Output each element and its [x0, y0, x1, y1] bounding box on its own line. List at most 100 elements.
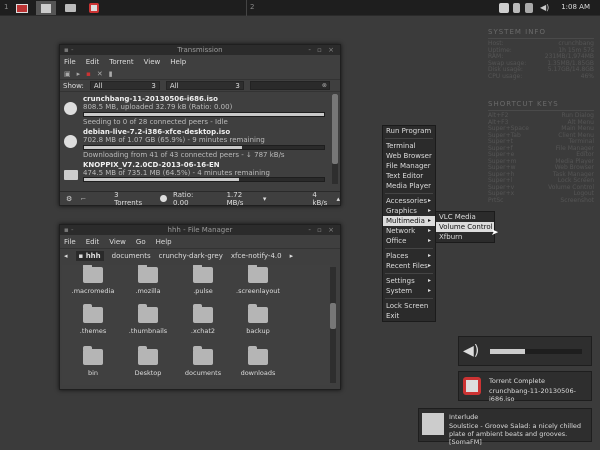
menu-item-file-manager[interactable]: File Manager	[383, 161, 435, 171]
folder-item[interactable]: backup	[233, 304, 283, 335]
folder-item[interactable]: .pulse	[178, 265, 228, 295]
shortcut-key: PrtSc	[488, 196, 504, 204]
menu-item-office[interactable]: Office ▸	[383, 236, 435, 246]
menu-item-multimedia[interactable]: Multimedia ▸	[383, 216, 435, 226]
filter-activity-select[interactable]: All 3	[89, 81, 160, 90]
menu-help[interactable]: Help	[170, 58, 186, 66]
folder-item[interactable]: .mozilla	[123, 265, 173, 295]
menu-item-accessories[interactable]: Accessories ▸	[383, 196, 435, 206]
folder-item[interactable]: bin	[68, 346, 118, 377]
path-button-xfce-notify[interactable]: xfce-notify-4.0	[231, 252, 282, 260]
turtle-icon[interactable]: ⌐	[80, 195, 86, 203]
torrent-list-scrollbar[interactable]	[332, 94, 338, 184]
properties-icon[interactable]: ▮	[109, 70, 113, 78]
torrent-row-1[interactable]: crunchbang-11-20130506-i686.iso 808.5 MB…	[62, 94, 330, 126]
search-input[interactable]: ⊗	[249, 81, 330, 90]
menu-torrent[interactable]: Torrent	[109, 58, 133, 66]
menu-item-graphics[interactable]: Graphics ▸	[383, 206, 435, 216]
menu-view[interactable]: View	[109, 238, 126, 246]
music-notification[interactable]: Interlude Soulstice - Groove Salad: a ni…	[418, 408, 592, 446]
transmission-icon	[89, 3, 99, 13]
torrent-complete-notification[interactable]: Torrent Complete crunchbang-11-20130506-…	[458, 371, 592, 403]
folder-icon	[248, 265, 268, 283]
ratio-icon[interactable]	[160, 195, 167, 202]
path-button-home[interactable]: ▪ hhh	[75, 250, 104, 261]
menu-item-exit[interactable]: Exit	[383, 311, 435, 321]
folder-item[interactable]: Desktop	[123, 346, 173, 377]
menu-item-network[interactable]: Network ▸	[383, 226, 435, 236]
menu-item-terminal[interactable]: Terminal	[383, 141, 435, 151]
open-icon[interactable]: ▣	[64, 70, 71, 78]
folder-item[interactable]: .xchat2	[178, 304, 228, 335]
folder-item[interactable]: .macromedia	[68, 265, 118, 295]
volume-tray-icon[interactable]: ◀)	[540, 3, 549, 12]
menu-edit[interactable]: Edit	[86, 58, 100, 66]
clipboard-tray-icon[interactable]	[513, 3, 520, 13]
folder-item[interactable]: documents	[178, 346, 228, 377]
forward-arrow-icon[interactable]: ▸	[290, 252, 294, 260]
taskbar-transmission-button[interactable]	[84, 1, 104, 15]
submenu-arrow-icon: ▸	[427, 237, 431, 244]
start-icon[interactable]: ▸	[77, 70, 81, 78]
file-grid-scrollbar[interactable]	[330, 267, 336, 383]
menu-file[interactable]: File	[64, 58, 76, 66]
window-menu-icon[interactable]: ▪ -	[64, 225, 74, 235]
workspace-1-label[interactable]: 1	[4, 3, 8, 11]
filter-tracker-select[interactable]: All 3	[165, 81, 244, 90]
menu-item-run-program[interactable]: Run Program	[383, 126, 435, 136]
folder-icon	[138, 304, 158, 323]
volume-notification: ◀)	[458, 336, 592, 366]
disc-icon	[64, 102, 77, 115]
torrent-row-2[interactable]: debian-live-7.2-i386-xfce-desktop.iso 70…	[62, 127, 330, 159]
pause-icon[interactable]: ▪	[86, 70, 91, 78]
file-manager-window: ▪ - hhh - File Manager - ▫ × File Edit V…	[59, 224, 341, 390]
folder-item[interactable]: .screenlayout	[233, 265, 283, 295]
transmission-titlebar[interactable]: ▪ - Transmission - ▫ ×	[60, 45, 340, 55]
submenu-arrow-icon: ▸	[427, 277, 431, 284]
shortcut-value: Screenshot	[560, 196, 594, 204]
clear-search-icon[interactable]: ⊗	[322, 82, 327, 89]
remove-icon[interactable]: ✕	[97, 70, 103, 78]
menu-item-places[interactable]: Places ▸	[383, 251, 435, 261]
menu-item-recent-files[interactable]: Recent Files ▸	[383, 261, 435, 271]
menu-item-system[interactable]: System ▸	[383, 286, 435, 296]
workspace-2-label[interactable]: 2	[250, 3, 254, 11]
notes-tray-icon[interactable]	[499, 3, 509, 13]
battery-tray-icon[interactable]	[525, 3, 533, 13]
folder-item[interactable]: .thumbnails	[123, 304, 173, 335]
preferences-icon[interactable]: ⚙	[66, 195, 72, 203]
folder-icon	[193, 265, 213, 283]
back-arrow-icon[interactable]: ◂	[64, 252, 68, 260]
menu-go[interactable]: Go	[136, 238, 146, 246]
file-manager-titlebar[interactable]: ▪ - hhh - File Manager - ▫ ×	[60, 225, 340, 235]
torrent-size: 702.8 MB of 1.07 GB (65.9%) - 9 minutes …	[83, 136, 265, 144]
menu-item-label: Exit	[386, 312, 400, 320]
menu-item-web-browser[interactable]: Web Browser	[383, 151, 435, 161]
folder-item[interactable]: downloads	[233, 346, 283, 377]
taskbar-filemanager-button[interactable]	[36, 1, 56, 15]
folder-label: .macromedia	[71, 287, 115, 295]
submenu-item-vlc-media-player[interactable]: VLC Media Player	[436, 212, 494, 231]
menu-item-text-editor[interactable]: Text Editor	[383, 171, 435, 181]
menu-edit[interactable]: Edit	[86, 238, 100, 246]
window-menu-icon[interactable]: ▪ -	[64, 45, 74, 55]
menu-item-settings[interactable]: Settings ▸	[383, 276, 435, 286]
menu-help[interactable]: Help	[156, 238, 172, 246]
submenu-item-volume-control[interactable]: Volume Control	[436, 222, 494, 232]
menu-file[interactable]: File	[64, 238, 76, 246]
sysinfo-key: CPU usage:	[488, 72, 523, 80]
taskbar-terminal-button[interactable]	[12, 1, 32, 15]
menu-view[interactable]: View	[144, 58, 161, 66]
folder-item[interactable]: .themes	[68, 304, 118, 335]
menu-item-lock-screen[interactable]: Lock Screen	[383, 301, 435, 311]
mouse-cursor-icon: ➤	[491, 228, 499, 238]
path-button-documents[interactable]: documents	[112, 252, 151, 260]
taskbar-folder-button[interactable]	[60, 1, 80, 15]
torrent-row-3[interactable]: KNOPPIX_V7.2.0CD-2013-06-16-EN 474.5 MB …	[62, 160, 330, 190]
clock[interactable]: 1:08 AM	[561, 3, 590, 11]
path-button-crunchy[interactable]: crunchy-dark-grey	[159, 252, 223, 260]
window-controls[interactable]: - ▫ ×	[308, 225, 336, 235]
window-controls[interactable]: - ▫ ×	[308, 45, 336, 55]
menu-item-media-player[interactable]: Media Player	[383, 181, 435, 191]
submenu-item-xfburn[interactable]: Xfburn	[436, 232, 494, 242]
